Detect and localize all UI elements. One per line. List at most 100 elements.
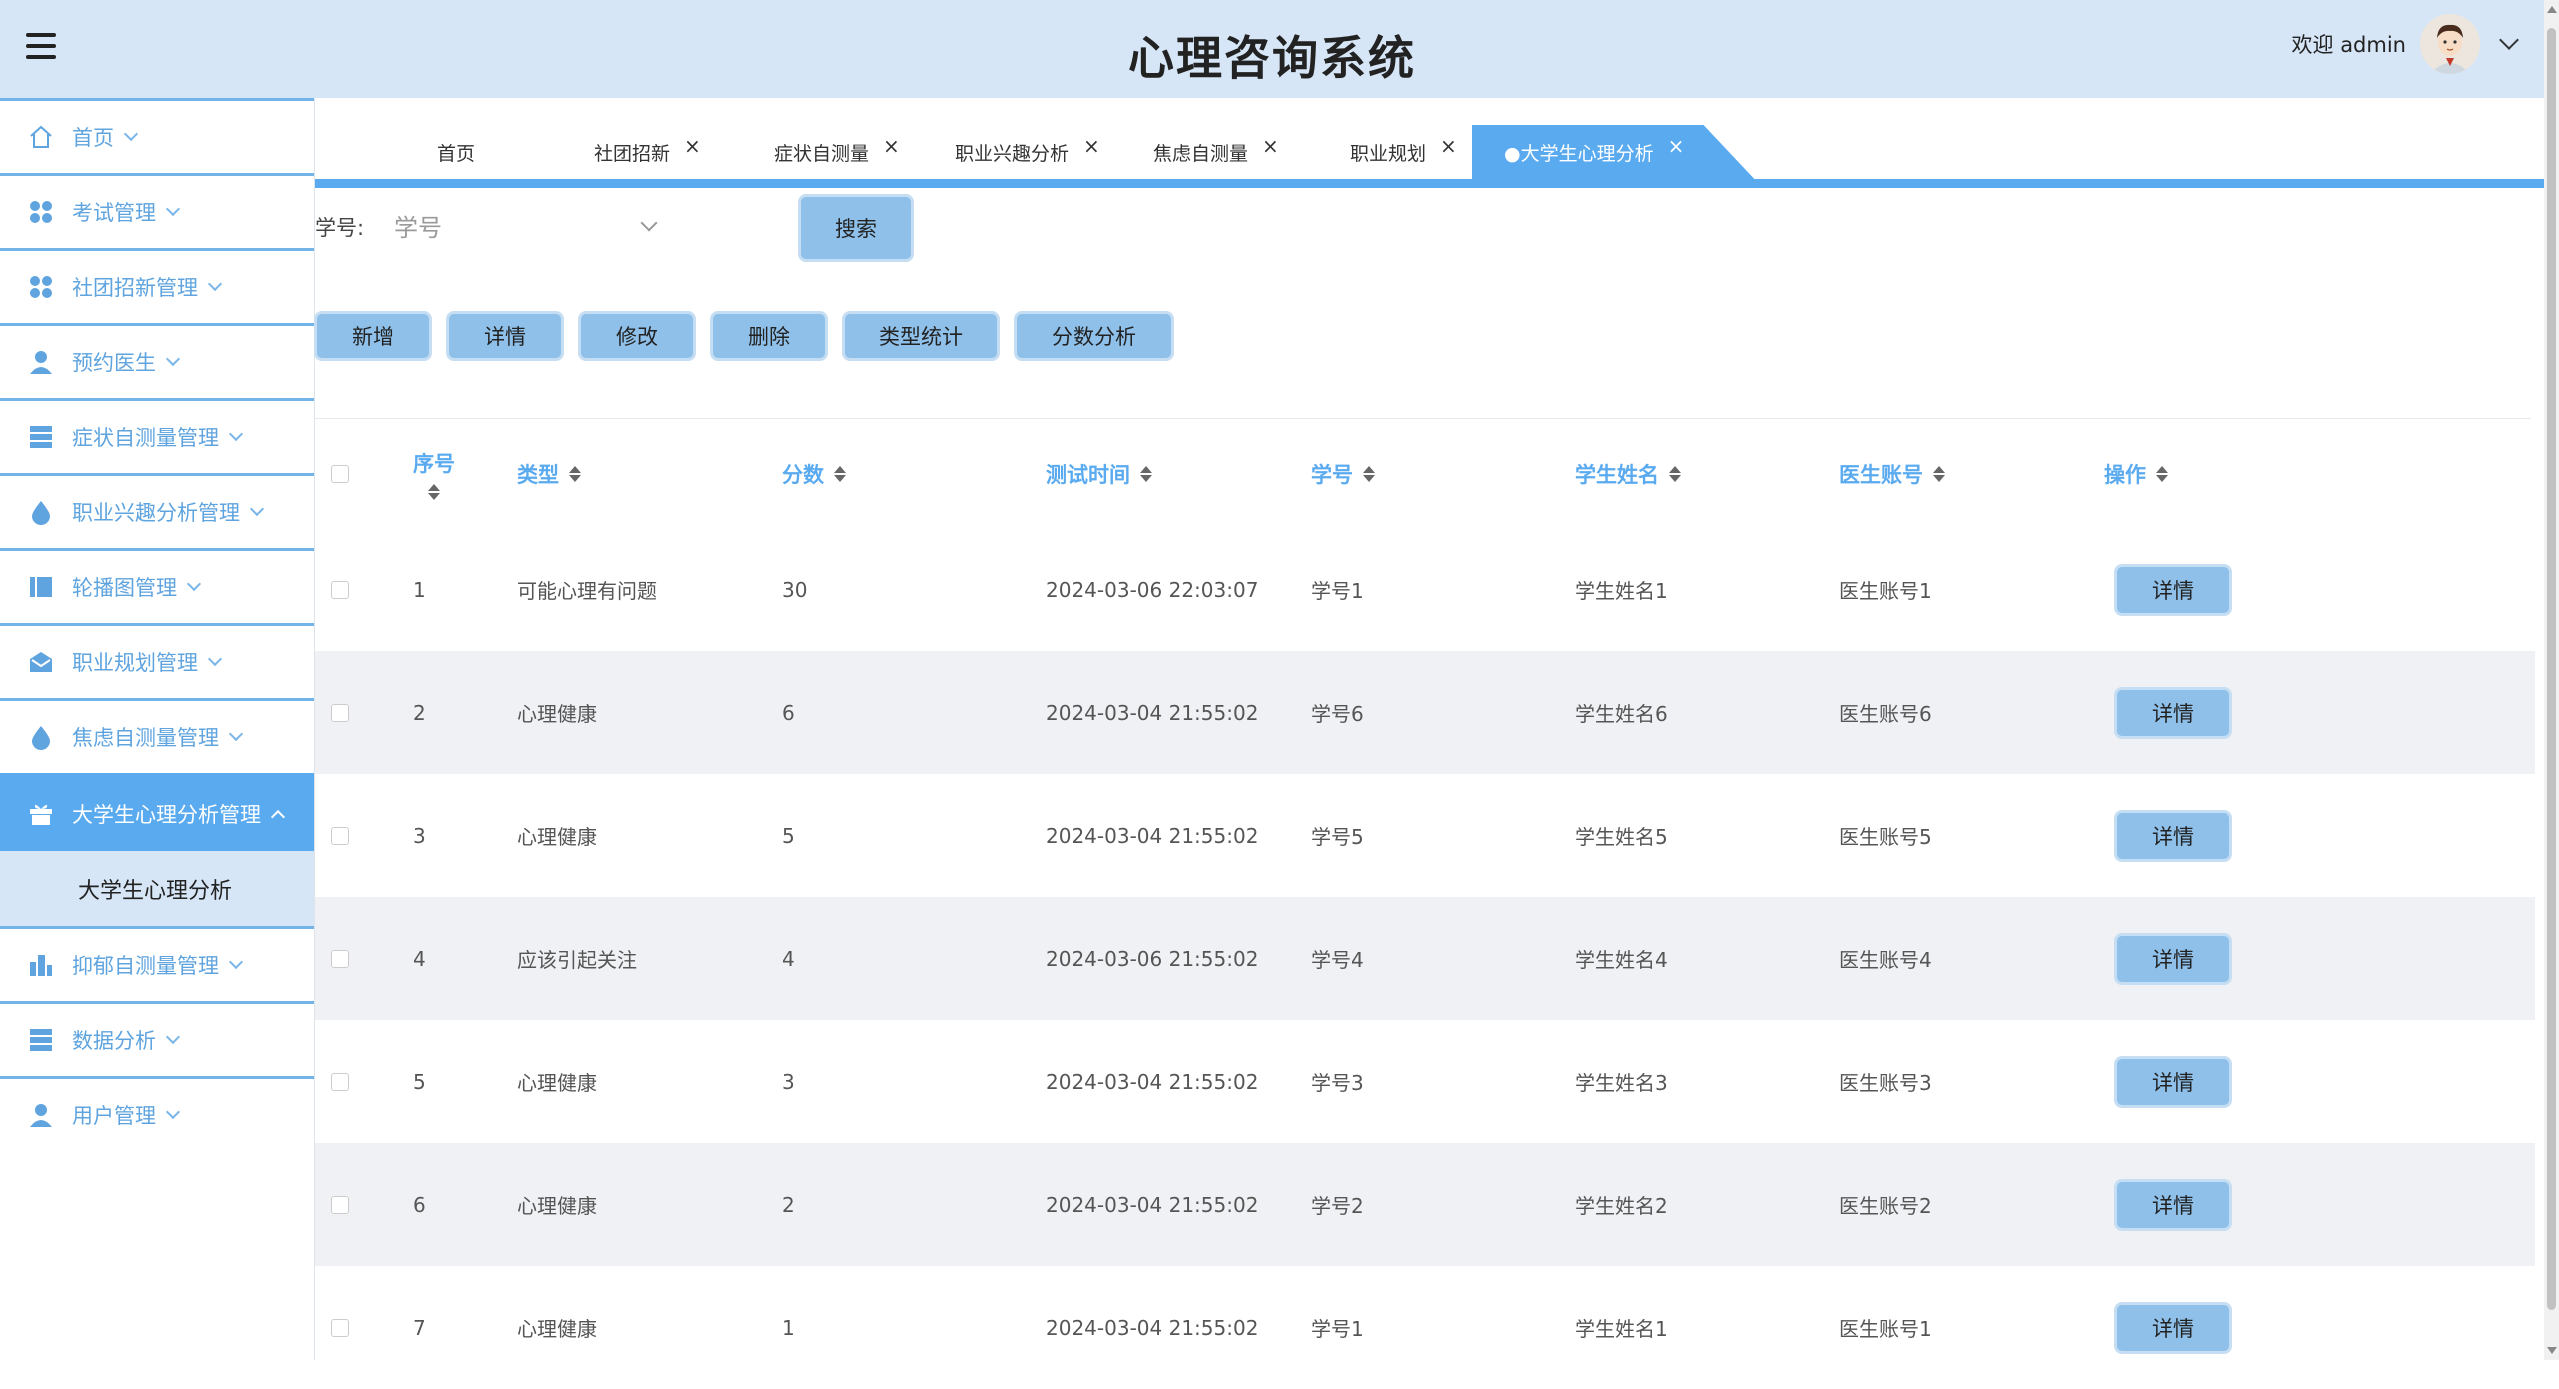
- row-detail-button[interactable]: 详情: [2114, 810, 2232, 862]
- sort-icon[interactable]: [1669, 466, 1681, 482]
- sort-icon[interactable]: [834, 466, 846, 482]
- tab-anxiety[interactable]: 焦虑自测量 ×: [1153, 125, 1279, 179]
- sidebar-item-career-interest[interactable]: 职业兴趣分析管理: [0, 473, 314, 548]
- score-analysis-button[interactable]: 分数分析: [1014, 311, 1174, 361]
- row-detail-button[interactable]: 详情: [2114, 1302, 2232, 1354]
- sort-icon[interactable]: [1363, 466, 1375, 482]
- sidebar-item-doctor[interactable]: 预约医生: [0, 323, 314, 398]
- tab-psych-analysis[interactable]: ●大学生心理分析 ×: [1472, 125, 1755, 179]
- cell-score: 2: [782, 1192, 795, 1217]
- tab-bar-underline: [315, 179, 2544, 188]
- row-detail-button[interactable]: 详情: [2114, 687, 2232, 739]
- sidebar-subitem-psych-analysis[interactable]: 大学生心理分析: [0, 851, 314, 926]
- cell-type: 心理健康: [517, 825, 597, 849]
- scroll-down-arrow-icon[interactable]: [2547, 1347, 2557, 1354]
- column-header-doctor[interactable]: 医生账号: [1839, 420, 1945, 528]
- column-header-actions[interactable]: 操作: [2104, 420, 2168, 528]
- edit-button[interactable]: 修改: [578, 311, 696, 361]
- row-checkbox[interactable]: [331, 1318, 349, 1337]
- sort-icon[interactable]: [2156, 466, 2168, 482]
- cell-doctor: 医生账号3: [1839, 1071, 1932, 1095]
- tab-career-interest[interactable]: 职业兴趣分析 ×: [955, 125, 1100, 179]
- row-detail-button[interactable]: 详情: [2114, 1056, 2232, 1108]
- tab-label: 首页: [437, 142, 476, 165]
- row-checkbox[interactable]: [331, 703, 349, 722]
- select-all-checkbox[interactable]: [331, 465, 349, 483]
- database-icon: [28, 1027, 54, 1053]
- page-scrollbar[interactable]: [2544, 0, 2559, 1360]
- row-checkbox[interactable]: [331, 1195, 349, 1214]
- top-header: 心理咨询系统 欢迎 admin: [0, 0, 2544, 98]
- building-icon: [28, 952, 54, 978]
- close-icon[interactable]: ×: [684, 134, 701, 158]
- sidebar-item-club[interactable]: 社团招新管理: [0, 248, 314, 323]
- column-header-label: 学生姓名: [1575, 463, 1659, 487]
- user-menu[interactable]: 欢迎 admin: [2292, 14, 2519, 74]
- tab-club[interactable]: 社团招新 ×: [594, 125, 701, 179]
- sidebar-item-psych-analysis[interactable]: 大学生心理分析管理: [0, 773, 314, 851]
- sort-icon[interactable]: [1933, 466, 1945, 482]
- cell-student-id: 学号6: [1311, 702, 1364, 726]
- sidebar-item-data-analysis[interactable]: 数据分析: [0, 1001, 314, 1076]
- sidebar-item-exam[interactable]: 考试管理: [0, 173, 314, 248]
- add-button[interactable]: 新增: [314, 311, 432, 361]
- app-title: 心理咨询系统: [1128, 31, 1416, 85]
- row-detail-button[interactable]: 详情: [2114, 933, 2232, 985]
- tab-label: 职业兴趣分析: [955, 142, 1070, 165]
- cell-student-name: 学生姓名1: [1575, 1317, 1668, 1341]
- column-header-student-name[interactable]: 学生姓名: [1575, 420, 1681, 528]
- sidebar-item-users[interactable]: 用户管理: [0, 1076, 314, 1151]
- table-row: 1 可能心理有问题 30 2024-03-06 22:03:07 学号1 学生姓…: [315, 528, 2535, 651]
- tab-symptom[interactable]: 症状自测量 ×: [774, 125, 900, 179]
- sort-icon[interactable]: [569, 466, 581, 482]
- search-button[interactable]: 搜索: [798, 194, 914, 262]
- close-icon[interactable]: ×: [1083, 134, 1100, 158]
- sort-icon[interactable]: [1140, 466, 1152, 482]
- gift-icon: [28, 801, 54, 827]
- close-icon[interactable]: ×: [1262, 134, 1279, 158]
- sidebar-item-label: 职业兴趣分析管理: [72, 501, 240, 525]
- sort-icon[interactable]: [428, 484, 440, 500]
- type-stats-button[interactable]: 类型统计: [842, 311, 1000, 361]
- sidebar-item-depression[interactable]: 抑郁自测量管理: [0, 926, 314, 1001]
- tab-home[interactable]: 首页: [437, 125, 475, 179]
- sidebar-item-carousel[interactable]: 轮播图管理: [0, 548, 314, 623]
- user-avatar[interactable]: [2420, 14, 2480, 74]
- cell-student-name: 学生姓名4: [1575, 948, 1668, 972]
- chevron-down-icon[interactable]: [2499, 30, 2519, 50]
- tab-label: ●大学生心理分析: [1504, 142, 1654, 165]
- column-header-time[interactable]: 测试时间: [1046, 420, 1152, 528]
- row-checkbox[interactable]: [331, 580, 349, 599]
- chevron-down-icon: [165, 351, 181, 367]
- sidebar-item-label: 焦虑自测量管理: [72, 726, 219, 750]
- column-header-student-id[interactable]: 学号: [1311, 420, 1375, 528]
- row-checkbox[interactable]: [331, 949, 349, 968]
- sidebar-item-anxiety[interactable]: 焦虑自测量管理: [0, 698, 314, 773]
- sidebar-item-label: 首页: [72, 126, 114, 150]
- detail-button[interactable]: 详情: [446, 311, 564, 361]
- scrollbar-thumb[interactable]: [2547, 28, 2556, 1310]
- sidebar-item-career-plan[interactable]: 职业规划管理: [0, 623, 314, 698]
- column-header-no[interactable]: 序号: [413, 420, 455, 528]
- cell-student-name: 学生姓名1: [1575, 579, 1668, 603]
- row-checkbox[interactable]: [331, 826, 349, 845]
- column-header-type[interactable]: 类型: [517, 420, 581, 528]
- delete-button[interactable]: 删除: [710, 311, 828, 361]
- row-checkbox[interactable]: [331, 1072, 349, 1091]
- book-icon: [28, 574, 54, 600]
- close-icon[interactable]: ×: [1440, 134, 1457, 158]
- scroll-up-arrow-icon[interactable]: [2547, 6, 2557, 13]
- column-header-score[interactable]: 分数: [782, 420, 846, 528]
- row-detail-button[interactable]: 详情: [2114, 1179, 2232, 1231]
- cell-student-id: 学号3: [1311, 1071, 1364, 1095]
- sidebar-item-symptom[interactable]: 症状自测量管理: [0, 398, 314, 473]
- cell-type: 心理健康: [517, 1071, 597, 1095]
- sidebar-item-label: 大学生心理分析管理: [72, 802, 261, 827]
- sidebar-item-home[interactable]: 首页: [0, 98, 314, 173]
- table-divider: [315, 418, 2531, 419]
- tab-career-plan[interactable]: 职业规划 ×: [1350, 125, 1457, 179]
- row-detail-button[interactable]: 详情: [2114, 564, 2232, 616]
- close-icon[interactable]: ×: [1668, 134, 1685, 158]
- student-id-input[interactable]: [392, 200, 676, 256]
- close-icon[interactable]: ×: [883, 134, 900, 158]
